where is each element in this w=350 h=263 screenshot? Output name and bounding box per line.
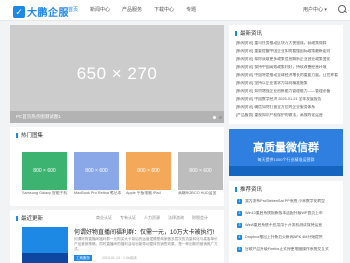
nav-item-topics[interactable]: 专题	[186, 6, 196, 13]
recommend-item[interactable]: 3 Win8重启系统不应用用于开发机测试保持运营	[237, 223, 339, 228]
slider-caption[interactable]: PC首页热点图测试图1	[10, 111, 224, 123]
news-title: 最新资讯	[235, 29, 262, 37]
rank-badge: 3	[237, 223, 242, 228]
recommend-item[interactable]: 2 Win10重启系统报新版本适配升级WP首页上市	[237, 211, 339, 216]
logo-text: 大鹏企服	[27, 8, 69, 19]
rank-badge: 2	[237, 211, 242, 216]
news-item[interactable]: [新闻资讯] 如何增强企业创新能力管理能力——管理必备	[236, 89, 338, 94]
gallery-image[interactable]: 800 × 600	[178, 152, 223, 190]
latest-panel: 最近更新 商业认证 专有认证 人力资源 法律咨询 财税会计 何谓好物直播间福利群…	[10, 210, 224, 263]
recommend-item-text: Win10重启系统报新版本适配升级WP首页上市	[245, 211, 323, 215]
tab-business[interactable]: 商业认证	[96, 215, 112, 221]
nav-item-downloads[interactable]: 下载中心	[154, 6, 174, 13]
gallery-title: 热门图集	[16, 131, 43, 139]
gallery-caption[interactable]: 高端ROBCO HUD蓝显	[178, 191, 228, 196]
ad-decoration	[229, 166, 343, 176]
nav-item-products[interactable]: 产品服务	[122, 6, 142, 13]
site-logo[interactable]: ✓ 大鹏企服	[13, 4, 69, 19]
news-item[interactable]: [新闻资讯] 中国将是推动全球经济增长的重要力量，让世界看到	[236, 73, 338, 78]
slider-dot[interactable]	[213, 116, 216, 119]
gallery-image[interactable]: 800 × 600	[22, 152, 67, 190]
news-item[interactable]: [产品服务] 重视知识产权保护的做法，高效的化运营	[236, 113, 338, 118]
recommend-item-text: Dropbox推出上升新后火新闻APK 4M开始提供	[245, 235, 323, 239]
slider-dot[interactable]	[219, 116, 222, 119]
news-item[interactable]: [新闻资讯] 帮你获取更多政策信息解析企业创业政策变化	[236, 57, 338, 62]
recommend-item[interactable]: 1 我为发布ProSiebenSat PP系统 小米数字化转型	[237, 199, 339, 204]
latest-title: 最近更新	[16, 214, 43, 222]
news-item[interactable]: [新闻资讯] 坚持以企业需求为导向精准施策	[236, 81, 338, 86]
recommend-item[interactable]: 4 Dropbox推出上升新后火新闻APK 4M开始提供	[237, 235, 339, 240]
nav-item-home[interactable]: 首页	[68, 6, 78, 13]
gallery-caption[interactable]: Samsung Galaxy 智能手机	[22, 191, 72, 196]
nav-item-news[interactable]: 新闻中心	[90, 6, 110, 13]
main-nav: 首页 新闻中心 产品服务 下载中心 专题	[68, 6, 208, 13]
tab-certification[interactable]: 专有认证	[120, 215, 136, 221]
gallery-image[interactable]: 800 × 600	[126, 152, 171, 190]
post-category-badge[interactable]: 工商服务	[74, 255, 92, 261]
gallery-panel: 热门图集 800 × 600 800 × 600 800 × 600 800 ×…	[10, 127, 224, 206]
post-title[interactable]: 何谓好物直播间福利群：仅需一元，10万大卡被执行!	[74, 227, 214, 236]
logo-check-icon: ✓	[13, 5, 25, 18]
recommend-item-text: Win8重启系统不应用用于开发机测试保持运营	[245, 223, 322, 227]
search-icon[interactable]	[338, 5, 346, 13]
post-meta: 2024-01-13 · 1.0k阅读	[102, 256, 137, 260]
post-thumbnail[interactable]	[22, 227, 68, 263]
category-tabs: 商业认证 专有认证 人力资源 法律咨询 财税会计	[96, 215, 216, 221]
rank-badge: 5	[237, 247, 242, 252]
recommend-item[interactable]: 5 谷歌产品升级Firefox正式停更电脑操作系统交互式	[237, 247, 339, 252]
recommend-item-text: 谷歌产品升级Firefox正式停更电脑操作系统交互式	[245, 247, 329, 251]
news-item[interactable]: [新闻资讯] 中国数字经济 2025-01-21 全年发展报告	[236, 97, 338, 102]
tab-legal[interactable]: 法律咨询	[168, 215, 184, 221]
user-center-menu[interactable]: 用户中心 ▾	[303, 6, 327, 13]
ad-title: 高质量微信群	[253, 142, 319, 154]
ad-subtitle: 每天提供1000个行业精准运营群	[257, 157, 315, 162]
rank-badge: 1	[237, 199, 242, 204]
news-item[interactable]: [新闻资讯] 保持中国高效政策利好，持续改善经营环境	[236, 65, 338, 70]
news-item[interactable]: [新闻资讯] 重司任务推动区块万大侠银成，获政策倾斜	[236, 41, 338, 46]
recommend-title: 推荐资讯	[235, 185, 262, 193]
slider-placeholder-size: 650 × 270	[76, 64, 158, 83]
gallery-caption[interactable]: MacBook Pro Retina 笔记本	[74, 191, 124, 196]
rank-badge: 4	[237, 235, 242, 240]
wechat-group-ad[interactable]: 高质量微信群 每天提供1000个行业精准运营群	[229, 129, 343, 176]
top-header: ✓ 大鹏企服 首页 新闻中心 产品服务 下载中心 专题 用户中心 ▾	[0, 0, 350, 21]
gallery-image[interactable]: 800 × 600	[74, 152, 119, 190]
tab-tax[interactable]: 财税会计	[192, 215, 208, 221]
tab-hr[interactable]: 人力资源	[144, 215, 160, 221]
hero-slider[interactable]: 650 × 270 PC首页热点图测试图1	[10, 25, 224, 123]
recommend-panel: 推荐资讯 1 我为发布ProSiebenSat PP系统 小米数字化转型 2 Win…	[229, 181, 343, 263]
gallery-caption[interactable]: Apple 平板电脑 iPad	[126, 191, 176, 196]
news-item[interactable]: [新闻资讯] 确信如何打造全方位的企业服务体系	[236, 105, 338, 110]
news-item[interactable]: [新闻资讯] 重要提醒中国企业如何看懂国际政策最新走向	[236, 49, 338, 54]
news-panel: 最新资讯 [新闻资讯] 重司任务推动区块万大侠银成，获政策倾斜 [新闻资讯] 重…	[229, 25, 343, 124]
post-excerpt: 何谓好物直播间福利群一元购买大卡背后的运营逻辑是商家做多层次的流量转化与高客单价…	[74, 237, 218, 251]
recommend-item-text: 我为发布ProSiebenSat PP系统 小米数字化转型	[245, 199, 325, 203]
